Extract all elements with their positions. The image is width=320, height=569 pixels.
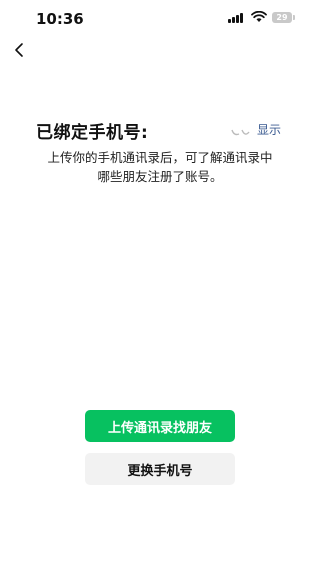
battery-icon: 29 [272, 12, 292, 23]
battery-tip [293, 15, 295, 20]
back-button[interactable] [8, 38, 32, 62]
signal-icon [228, 13, 246, 23]
bound-phone-row: 已绑定手机号: 显示 [0, 118, 320, 143]
upload-contacts-button[interactable]: 上传通讯录找朋友 [85, 410, 235, 442]
status-time: 10:36 [36, 10, 84, 28]
show-phone-link[interactable]: 显示 [257, 121, 281, 138]
chevron-left-icon [15, 43, 23, 57]
description-line-1: 上传你的手机通讯录后，可了解通讯录中 [47, 150, 273, 165]
description-line-2: 哪些朋友注册了账号。 [97, 169, 223, 184]
status-bar: 10:36 29 [0, 0, 320, 40]
wifi-icon [251, 11, 267, 22]
bound-phone-title: 已绑定手机号: [36, 123, 149, 143]
change-phone-button[interactable]: 更换手机号 [85, 453, 235, 485]
description: 上传你的手机通讯录后，可了解通讯录中 哪些朋友注册了账号。 [0, 148, 320, 186]
masked-phone-number [231, 129, 250, 136]
